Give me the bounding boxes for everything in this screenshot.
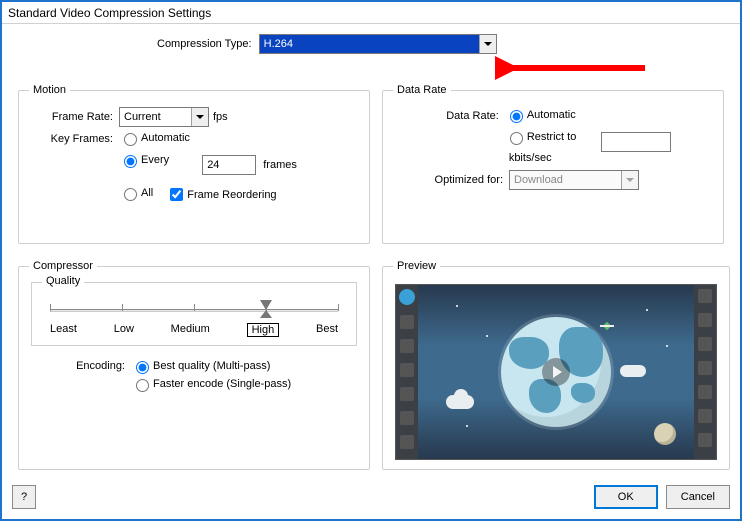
tool-icon[interactable]: [698, 313, 712, 327]
tool-icon[interactable]: [400, 435, 414, 449]
tool-icon[interactable]: [698, 409, 712, 423]
satellite-icon: [602, 321, 612, 331]
kf-all-label: All: [141, 187, 153, 199]
compression-type-row: Compression Type: H.264: [12, 32, 730, 62]
quality-low: Low: [114, 323, 134, 337]
play-icon[interactable]: [542, 358, 570, 386]
dr-restrict-radio[interactable]: [510, 132, 523, 145]
compression-type-value: H.264: [260, 35, 297, 53]
dialog-footer: ? OK Cancel: [12, 485, 730, 509]
quality-high: High: [247, 323, 280, 337]
content-area: Compression Type: H.264 Motion Frame Rat…: [2, 24, 740, 519]
moon-icon: [654, 423, 676, 445]
datarate-group: Data Rate Data Rate: Automatic Restrict …: [382, 84, 724, 244]
kf-every-unit: frames: [263, 159, 297, 171]
window-title: Standard Video Compression Settings: [2, 2, 740, 24]
kf-every-label: Every: [141, 154, 169, 166]
slider-thumb-icon[interactable]: [260, 300, 272, 318]
preview-right-toolbar: [694, 285, 716, 459]
frame-reordering-label: Frame Reordering: [187, 189, 276, 201]
chevron-down-icon: [621, 171, 638, 189]
tool-icon[interactable]: [698, 385, 712, 399]
compression-type-select[interactable]: H.264: [259, 34, 497, 54]
dialog-window: Standard Video Compression Settings Comp…: [0, 0, 742, 521]
encoding-label: Encoding:: [59, 360, 125, 372]
quality-least: Least: [50, 323, 77, 337]
tool-icon[interactable]: [698, 337, 712, 351]
cancel-button[interactable]: Cancel: [666, 485, 730, 509]
tool-icon[interactable]: [400, 411, 414, 425]
quality-medium: Medium: [171, 323, 210, 337]
dr-restrict-unit: kbits/sec: [509, 152, 552, 164]
frame-rate-select[interactable]: Current: [119, 107, 209, 127]
kf-every-radio[interactable]: [124, 155, 137, 168]
preview-left-toolbar: [396, 285, 418, 459]
ok-button[interactable]: OK: [594, 485, 658, 509]
dr-restrict-label: Restrict to: [527, 131, 577, 143]
frame-rate-value: Current: [120, 108, 165, 126]
tool-icon[interactable]: [698, 361, 712, 375]
optimized-for-label: Optimized for:: [393, 174, 503, 186]
datarate-legend: Data Rate: [393, 84, 451, 96]
enc-best-radio[interactable]: [136, 361, 149, 374]
quality-best: Best: [316, 323, 338, 337]
quality-slider[interactable]: Least Low Medium High Best: [42, 293, 346, 339]
data-rate-label: Data Rate:: [393, 107, 499, 122]
optimized-for-select[interactable]: Download: [509, 170, 639, 190]
compression-type-label: Compression Type:: [157, 38, 252, 50]
frame-reordering-check[interactable]: [170, 188, 183, 201]
motion-group: Motion Frame Rate: Current fps Key Frame…: [18, 84, 370, 244]
tool-icon[interactable]: [400, 339, 414, 353]
preview-legend: Preview: [393, 260, 440, 272]
help-button[interactable]: ?: [12, 485, 36, 509]
key-frames-options: Automatic Every frames All Frame Reorder…: [119, 130, 297, 204]
kf-all-radio[interactable]: [124, 188, 137, 201]
data-rate-options: Automatic Restrict to kbits/sec: [505, 107, 713, 164]
kf-every-input[interactable]: [202, 155, 256, 175]
encoding-options: Encoding: Best quality (Multi-pass) Fast…: [29, 358, 359, 392]
compressor-legend: Compressor: [29, 260, 97, 272]
optimized-for-value: Download: [510, 171, 567, 189]
tool-icon[interactable]: [400, 363, 414, 377]
tool-icon[interactable]: [698, 433, 712, 447]
tool-icon[interactable]: [400, 315, 414, 329]
quality-group: Quality Least Low Medium: [31, 282, 357, 346]
quality-legend: Quality: [42, 275, 84, 287]
frame-rate-label: Frame Rate:: [29, 111, 113, 123]
compressor-group: Compressor Quality Least Lo: [18, 260, 370, 470]
dr-automatic-label: Automatic: [527, 109, 576, 121]
preview-canvas[interactable]: [395, 284, 717, 460]
home-icon[interactable]: [399, 289, 415, 305]
chevron-down-icon: [479, 35, 496, 53]
chevron-down-icon: [191, 108, 208, 126]
dr-restrict-input[interactable]: [601, 132, 671, 152]
motion-legend: Motion: [29, 84, 70, 96]
key-frames-label: Key Frames:: [29, 130, 113, 145]
enc-faster-radio[interactable]: [136, 379, 149, 392]
frame-rate-unit: fps: [213, 111, 228, 123]
kf-automatic-radio[interactable]: [124, 133, 137, 146]
kf-automatic-label: Automatic: [141, 132, 190, 144]
dr-automatic-radio[interactable]: [510, 110, 523, 123]
enc-best-label: Best quality (Multi-pass): [153, 360, 270, 372]
tool-icon[interactable]: [400, 387, 414, 401]
preview-group: Preview: [382, 260, 730, 470]
enc-faster-label: Faster encode (Single-pass): [153, 378, 291, 390]
tool-icon[interactable]: [698, 289, 712, 303]
